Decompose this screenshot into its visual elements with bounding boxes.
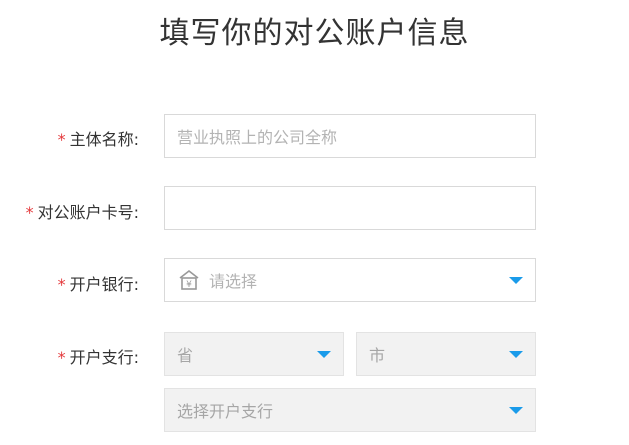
bank-label: * 开户银行: (58, 271, 139, 295)
bank-placeholder: 请选择 (209, 272, 258, 291)
chevron-down-icon (509, 277, 523, 284)
account-number-label: * 对公账户卡号: (26, 199, 139, 223)
branch-placeholder: 选择开户支行 (177, 402, 274, 421)
required-mark: * (57, 275, 66, 294)
bank-icon: ¥ (177, 268, 201, 292)
province-select[interactable]: 省 (164, 332, 344, 376)
branch-label: * 开户支行: (58, 344, 139, 368)
required-mark: * (57, 348, 66, 367)
branch-select[interactable]: 选择开户支行 (164, 388, 536, 432)
province-placeholder: 省 (177, 346, 194, 365)
company-name-label: * 主体名称: (58, 126, 139, 150)
required-mark: * (57, 130, 66, 149)
chevron-down-icon (317, 351, 331, 358)
bank-label-text: 开户银行: (69, 275, 139, 294)
city-select[interactable]: 市 (356, 332, 536, 376)
svg-text:¥: ¥ (186, 280, 192, 290)
branch-label-text: 开户支行: (69, 348, 139, 367)
chevron-down-icon (509, 407, 523, 414)
account-number-input[interactable] (164, 186, 536, 230)
company-name-label-text: 主体名称: (69, 130, 139, 149)
city-placeholder: 市 (369, 346, 386, 365)
company-name-placeholder: 营业执照上的公司全称 (177, 128, 338, 147)
company-name-input[interactable]: 营业执照上的公司全称 (164, 114, 536, 158)
page-title: 填写你的对公账户信息 (159, 16, 470, 51)
account-number-label-text: 对公账户卡号: (37, 203, 139, 222)
bank-select[interactable]: ¥ 请选择 (164, 258, 536, 302)
required-mark: * (25, 203, 34, 222)
chevron-down-icon (509, 351, 523, 358)
